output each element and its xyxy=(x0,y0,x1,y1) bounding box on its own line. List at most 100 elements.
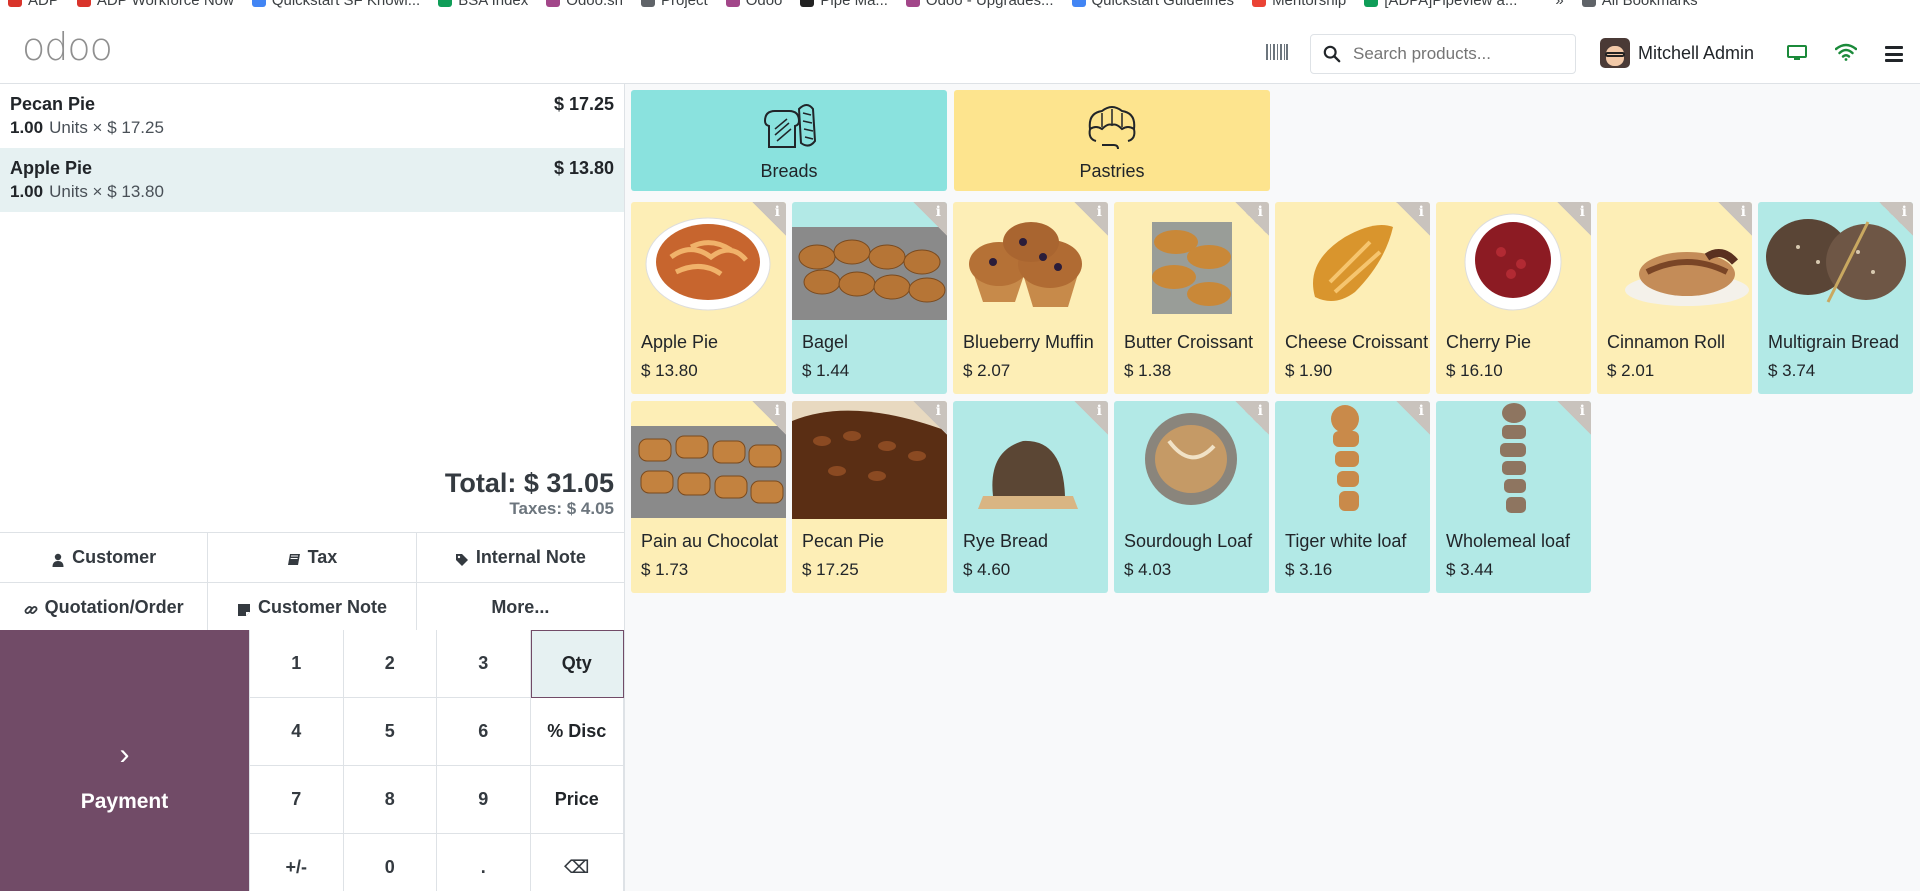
product-info-button[interactable]: i xyxy=(1396,202,1430,236)
category-pastries[interactable]: Pastries xyxy=(954,90,1270,191)
control-button-tax[interactable]: Tax xyxy=(208,533,417,582)
product-price: $ 3.16 xyxy=(1285,560,1333,579)
numpad-key-qty[interactable]: Qty xyxy=(530,630,624,698)
product-info-button[interactable]: i xyxy=(1235,401,1269,435)
product-info-button[interactable]: i xyxy=(1074,401,1108,435)
barcode-icon[interactable] xyxy=(1266,44,1288,60)
control-button-customer-note[interactable]: Customer Note xyxy=(208,583,417,632)
payment-button[interactable]: › Payment xyxy=(0,630,249,891)
control-button-more[interactable]: More... xyxy=(416,583,624,632)
product-card[interactable]: i Bagel $ 1.44 xyxy=(792,202,947,394)
wifi-icon[interactable] xyxy=(1835,43,1857,61)
numpad-key-8[interactable]: 8 xyxy=(343,766,437,834)
bookmark-item[interactable]: All Bookmarks xyxy=(1581,0,1698,8)
numpad-key-1[interactable]: 1 xyxy=(250,630,344,698)
control-button-customer[interactable]: Customer xyxy=(0,533,209,582)
search-input[interactable] xyxy=(1353,44,1563,64)
product-info-button[interactable]: i xyxy=(1557,202,1591,236)
bookmark-label: Mentorship xyxy=(1272,0,1346,8)
numpad-key-9[interactable]: 9 xyxy=(437,766,531,834)
product-info-button[interactable]: i xyxy=(1879,202,1913,236)
bookmark-item[interactable]: Mentorship xyxy=(1252,0,1346,8)
numpad-key-dot[interactable]: . xyxy=(437,834,531,891)
product-info-button[interactable]: i xyxy=(752,401,786,435)
numpad-key-0[interactable]: 0 xyxy=(343,834,437,891)
product-card[interactable]: i Multigrain Bread $ 3.74 xyxy=(1758,202,1913,394)
product-info-button[interactable]: i xyxy=(913,202,947,236)
product-name: Wholemeal loaf xyxy=(1446,531,1571,551)
hamburger-menu-icon[interactable] xyxy=(1885,46,1903,62)
product-card[interactable]: i Rye Bread $ 4.60 xyxy=(953,401,1108,593)
product-info-button[interactable]: i xyxy=(1396,401,1430,435)
bookmarks-bar: ADP ADP Workforce Now Quickstart SF Knowl.… xyxy=(0,0,1920,8)
category-label: Pastries xyxy=(1079,161,1145,181)
info-icon: i xyxy=(1579,204,1585,220)
sticky-note-icon xyxy=(237,601,251,616)
bookmark-item[interactable]: Odoo xyxy=(725,0,782,8)
product-card[interactable]: i Blueberry Muffin $ 2.07 xyxy=(953,202,1108,394)
info-icon: i xyxy=(774,403,780,419)
product-price: $ 4.03 xyxy=(1124,560,1172,579)
category-label: Breads xyxy=(760,161,818,181)
user-menu[interactable]: Mitchell Admin xyxy=(1600,36,1754,70)
product-card[interactable]: i Tiger white loaf $ 3.16 xyxy=(1275,401,1430,593)
category-breads[interactable]: Breads xyxy=(631,90,947,191)
numpad-key-disc[interactable]: % Disc xyxy=(530,698,624,766)
numpad-key-5[interactable]: 5 xyxy=(343,698,437,766)
avatar xyxy=(1600,38,1630,68)
odoo-logo[interactable]: odoo xyxy=(22,28,113,66)
product-card[interactable]: i Wholemeal loaf $ 3.44 xyxy=(1436,401,1591,593)
product-info-button[interactable]: i xyxy=(1557,401,1591,435)
bookmark-item[interactable]: [ADPA]Pipeview a... xyxy=(1364,0,1517,8)
bookmark-item[interactable]: ADP Workforce Now xyxy=(76,0,234,8)
product-price: $ 4.60 xyxy=(963,560,1011,579)
bookmark-label: Odoo - Upgrades... xyxy=(926,0,1054,8)
bookmark-item[interactable]: Quickstart Guidelines xyxy=(1071,0,1234,8)
product-card[interactable]: i Pecan Pie $ 17.25 xyxy=(792,401,947,593)
control-button-internal-note[interactable]: Internal Note xyxy=(416,533,624,582)
product-info-button[interactable]: i xyxy=(913,401,947,435)
product-name: Multigrain Bread xyxy=(1768,332,1900,352)
bookmark-item[interactable]: Odoo.sh xyxy=(546,0,623,8)
product-card[interactable]: i Apple Pie $ 13.80 xyxy=(631,202,786,394)
product-card[interactable]: i Cheese Croissant $ 1.90 xyxy=(1275,202,1430,394)
bookmark-item[interactable]: BSA Index xyxy=(438,0,528,8)
product-card[interactable]: i Pain au Chocolat $ 1.73 xyxy=(631,401,786,593)
control-button-quotation-order[interactable]: Quotation/Order xyxy=(0,583,209,632)
numpad-key-7[interactable]: 7 xyxy=(250,766,344,834)
backspace-key[interactable]: ⌫ xyxy=(530,834,624,891)
order-totals: Total: $ 31.05 Taxes: $ 4.05 xyxy=(445,468,614,519)
product-info-button[interactable]: i xyxy=(1074,202,1108,236)
orderline[interactable]: Pecan Pie $ 17.25 1.00 Units × $ 17.25 xyxy=(0,84,624,148)
product-info-button[interactable]: i xyxy=(1235,202,1269,236)
bookmark-item[interactable]: » xyxy=(1535,0,1564,8)
product-card[interactable]: i Sourdough Loaf $ 4.03 xyxy=(1114,401,1269,593)
numpad-key-+-[interactable]: +/- xyxy=(250,834,344,891)
bookmarks-strip: ADP ADP Workforce Now Quickstart SF Knowl.… xyxy=(0,0,1698,8)
product-card[interactable]: i Butter Croissant $ 1.38 xyxy=(1114,202,1269,394)
customer-display-icon[interactable] xyxy=(1787,45,1807,61)
category-list: Breads Pastries xyxy=(631,90,1270,191)
product-card[interactable]: i Cinnamon Roll $ 2.01 xyxy=(1597,202,1752,394)
numpad-key-price[interactable]: Price xyxy=(530,766,624,834)
product-info-button[interactable]: i xyxy=(752,202,786,236)
bookmark-item[interactable]: Project xyxy=(641,0,708,8)
user-icon xyxy=(51,551,65,567)
order-panel: Pecan Pie $ 17.25 1.00 Units × $ 17.25 Apple… xyxy=(0,84,625,891)
bookmark-item[interactable]: Quickstart SF Knowl... xyxy=(251,0,420,8)
bookmark-item[interactable]: ADP xyxy=(8,0,59,8)
numpad-key-4[interactable]: 4 xyxy=(250,698,344,766)
numpad-key-3[interactable]: 3 xyxy=(437,630,531,698)
orderline[interactable]: Apple Pie $ 13.80 1.00 Units × $ 13.80 xyxy=(0,148,624,212)
product-grid: i Apple Pie $ 13.80 i Bagel $ 1.44 i Blueberry … xyxy=(631,202,1913,593)
bookmark-item[interactable]: Pipe Ma... xyxy=(800,0,888,8)
numpad-key-6[interactable]: 6 xyxy=(437,698,531,766)
product-name: Blueberry Muffin xyxy=(963,332,1094,352)
numpad-key-2[interactable]: 2 xyxy=(343,630,437,698)
bookmark-item[interactable]: Odoo - Upgrades... xyxy=(905,0,1054,8)
product-card[interactable]: i Cherry Pie $ 16.10 xyxy=(1436,202,1591,394)
product-info-button[interactable]: i xyxy=(1718,202,1752,236)
product-search[interactable] xyxy=(1310,34,1576,74)
product-price: $ 13.80 xyxy=(641,361,698,380)
numpad: 1 2 3 Qty 4 5 6% Disc 7 8 9 Price +/- 0. ⌫ xyxy=(249,630,624,891)
